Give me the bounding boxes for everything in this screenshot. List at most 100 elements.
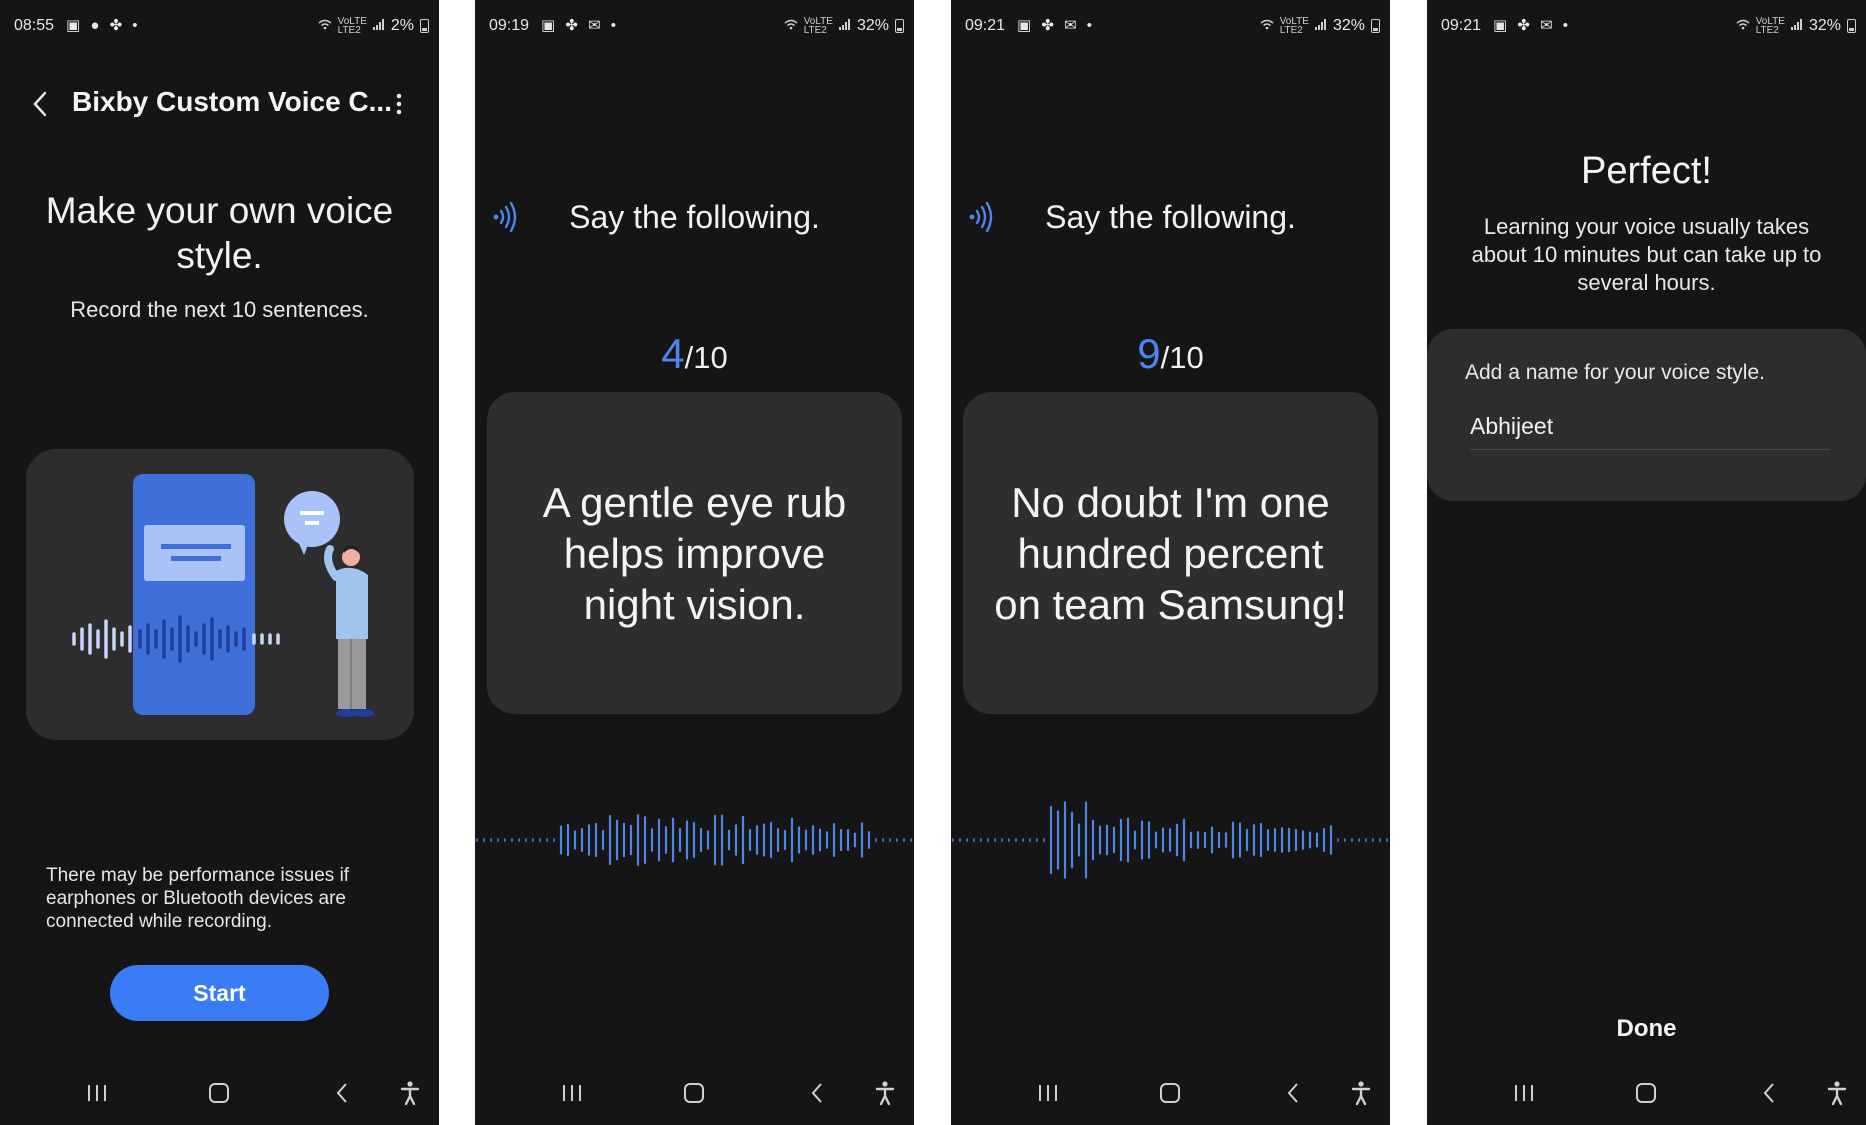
wifi-icon: [784, 17, 798, 35]
accessibility-button[interactable]: [865, 1073, 905, 1113]
status-right: VoLTE LTE2 32%: [784, 16, 904, 36]
home-button[interactable]: [1626, 1073, 1666, 1113]
audio-waveform: [476, 814, 912, 866]
recent-apps-button[interactable]: [552, 1073, 592, 1113]
status-right: VoLTE LTE2 32%: [1736, 16, 1856, 36]
signal-icon: [1790, 17, 1803, 35]
recent-apps-button[interactable]: [77, 1073, 117, 1113]
recent-apps-button[interactable]: [1028, 1073, 1068, 1113]
battery-level: 2%: [390, 17, 414, 34]
status-bar: 09:21 ▣ ✤ ✉ • VoLTE LTE2 32%: [951, 14, 1390, 38]
nav-back-icon: [811, 1083, 822, 1103]
voice-name-label: Add a name for your voice style.: [1465, 361, 1765, 384]
nav-back-button[interactable]: [1749, 1073, 1789, 1113]
home-button[interactable]: [199, 1073, 239, 1113]
navigation-bar: [951, 1061, 1390, 1125]
success-title: Perfect!: [1581, 150, 1712, 192]
battery-icon: [895, 19, 904, 33]
home-icon: [1160, 1083, 1180, 1103]
navigation-bar: [0, 1061, 439, 1125]
notification-icons: ▣ ● ✤ •: [66, 17, 141, 34]
wifi-icon: [1260, 17, 1274, 35]
home-icon: [684, 1083, 704, 1103]
audio-waveform: [952, 801, 1388, 879]
accessibility-button[interactable]: [1341, 1073, 1381, 1113]
sentence-text: A gentle eye rub helps improve night vis…: [542, 478, 847, 628]
recent-apps-button[interactable]: [1504, 1073, 1544, 1113]
nav-back-icon: [1763, 1083, 1774, 1103]
recent-apps-icon: [563, 1085, 581, 1101]
done-button[interactable]: Done: [1427, 1015, 1866, 1043]
network-type: VoLTE LTE2: [1279, 16, 1309, 36]
status-time: 09:19: [489, 17, 530, 34]
accessibility-button[interactable]: [390, 1073, 430, 1113]
wifi-icon: [318, 17, 332, 35]
status-right: VoLTE LTE2 2%: [318, 16, 429, 36]
signal-icon: [838, 17, 851, 35]
more-options-button[interactable]: [387, 88, 411, 120]
battery-icon: [1847, 19, 1856, 33]
wifi-icon: [1736, 17, 1750, 35]
nav-back-button[interactable]: [322, 1073, 362, 1113]
sentence-counter: 9/10: [951, 330, 1390, 378]
accessibility-button[interactable]: [1817, 1073, 1857, 1113]
nav-back-icon: [1287, 1083, 1298, 1103]
learning-message: Learning your voice usually takes about …: [1471, 214, 1822, 295]
network-type: VoLTE LTE2: [337, 16, 367, 36]
voice-name-input[interactable]: Abhijeet: [1470, 409, 1830, 450]
navigation-bar: [1427, 1061, 1866, 1125]
recent-apps-icon: [1515, 1085, 1533, 1101]
counter-total: /10: [684, 340, 728, 375]
status-bar: 08:55 ▣ ● ✤ • VoLTE LTE2 2%: [0, 14, 439, 38]
accessibility-icon: [1827, 1081, 1847, 1105]
battery-icon: [420, 19, 429, 33]
sentence-counter: 4/10: [475, 330, 914, 378]
sentence-card: A gentle eye rub helps improve night vis…: [487, 392, 902, 714]
instruction-text: Say the following.: [1045, 199, 1296, 235]
status-bar: 09:19 ▣ ✤ ✉ • VoLTE LTE2 32%: [475, 14, 914, 38]
nav-back-button[interactable]: [797, 1073, 837, 1113]
notification-icons: ▣ ✤ ✉ •: [541, 17, 620, 34]
signal-icon: [372, 17, 385, 35]
accessibility-icon: [1351, 1081, 1371, 1105]
screen-intro: 08:55 ▣ ● ✤ • VoLTE LTE2 2% Bixby Custom …: [0, 0, 439, 1125]
nav-back-button[interactable]: [1273, 1073, 1313, 1113]
counter-current: 4: [661, 330, 685, 377]
home-icon: [209, 1083, 229, 1103]
sentence-text: No doubt I'm one hundred percent on team…: [994, 478, 1347, 628]
home-button[interactable]: [674, 1073, 714, 1113]
notification-icons: ▣ ✤ ✉ •: [1493, 17, 1572, 34]
page-title: Bixby Custom Voice C...: [72, 86, 392, 117]
navigation-bar: [475, 1061, 914, 1125]
battery-level: 32%: [1808, 17, 1841, 34]
recent-apps-icon: [1039, 1085, 1057, 1101]
voice-name-card: Add a name for your voice style. Abhijee…: [1427, 329, 1866, 501]
back-icon: [33, 91, 47, 117]
intro-subheading: Record the next 10 sentences.: [70, 297, 369, 322]
more-options-icon: [396, 93, 402, 115]
status-time: 09:21: [965, 17, 1006, 34]
intro-heading: Make your own voice style.: [45, 190, 394, 276]
counter-total: /10: [1160, 340, 1204, 375]
home-button[interactable]: [1150, 1073, 1190, 1113]
back-button[interactable]: [24, 88, 56, 120]
home-icon: [1636, 1083, 1656, 1103]
nav-back-icon: [336, 1083, 347, 1103]
screen-name-voice: 09:21 ▣ ✤ ✉ • VoLTE LTE2 32% Perfect! Lea…: [1427, 0, 1866, 1125]
instruction-text: Say the following.: [569, 199, 820, 235]
network-type: VoLTE LTE2: [1755, 16, 1785, 36]
accessibility-icon: [875, 1081, 895, 1105]
voice-illustration: [26, 449, 414, 740]
battery-icon: [1371, 19, 1380, 33]
accessibility-icon: [400, 1081, 420, 1105]
illustration-graphic: [72, 474, 374, 717]
battery-level: 32%: [1332, 17, 1365, 34]
battery-level: 32%: [856, 17, 889, 34]
signal-icon: [1314, 17, 1327, 35]
counter-current: 9: [1137, 330, 1161, 377]
screen-record-9: 09:21 ▣ ✤ ✉ • VoLTE LTE2 32% Say the foll…: [951, 0, 1390, 1125]
network-type: VoLTE LTE2: [803, 16, 833, 36]
status-bar: 09:21 ▣ ✤ ✉ • VoLTE LTE2 32%: [1427, 14, 1866, 38]
sentence-card: No doubt I'm one hundred percent on team…: [963, 392, 1378, 714]
start-button[interactable]: Start: [110, 965, 329, 1021]
